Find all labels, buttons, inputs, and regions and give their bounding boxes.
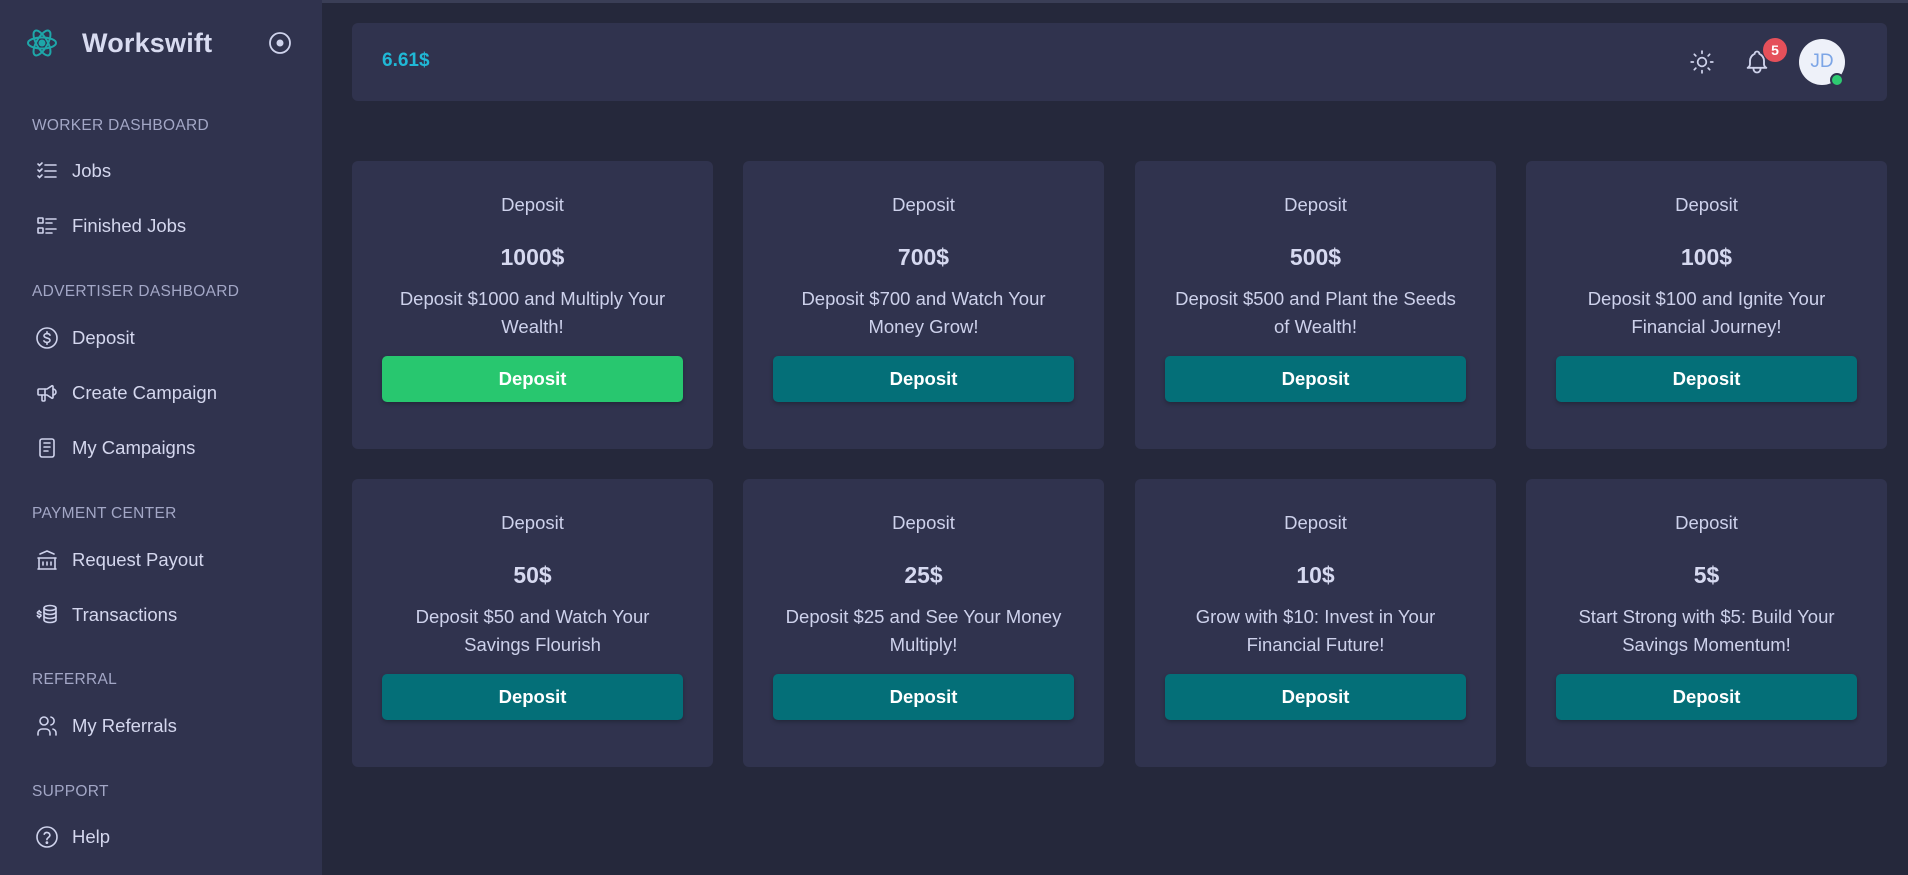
section-title-referral: REFERRAL	[32, 671, 118, 688]
deposit-button[interactable]: Deposit	[1165, 356, 1466, 402]
card-title: Deposit	[1675, 194, 1738, 215]
sidebar-item-request-payout[interactable]: Request Payout	[32, 540, 302, 580]
deposit-button[interactable]: Deposit	[773, 674, 1074, 720]
sidebar-item-finished-jobs[interactable]: Finished Jobs	[32, 206, 302, 246]
card-description: Deposit $1000 and Multiply Your Wealth!	[399, 288, 666, 337]
list-details-icon	[32, 211, 62, 241]
sidebar-item-label: Transactions	[72, 604, 178, 625]
sidebar-item-deposit[interactable]: Deposit	[32, 318, 302, 358]
sidebar-item-help[interactable]: Help	[32, 817, 302, 857]
card-description: Deposit $700 and Watch Your Money Grow!	[801, 288, 1046, 337]
avatar-initials: JD	[1810, 51, 1834, 72]
deposit-card-500: Deposit 500$ Deposit $500 and Plant the …	[1135, 161, 1496, 449]
deposit-card-1000: Deposit 1000$ Deposit $1000 and Multiply…	[352, 161, 713, 449]
deposit-button[interactable]: Deposit	[773, 356, 1074, 402]
section-title-advertiser-dashboard: ADVERTISER DASHBOARD	[32, 283, 240, 300]
card-amount: 1000$	[500, 244, 565, 270]
sidebar-item-jobs[interactable]: Jobs	[32, 151, 302, 191]
sidebar-item-label: Help	[72, 826, 111, 847]
sidebar-item-label: My Referrals	[72, 715, 177, 736]
card-title: Deposit	[501, 512, 564, 533]
sidebar-item-label: Jobs	[72, 160, 112, 181]
deposit-card-100: Deposit 100$ Deposit $100 and Ignite You…	[1526, 161, 1887, 449]
card-amount: 700$	[897, 244, 950, 270]
card-amount: 5$	[1693, 562, 1720, 588]
card-title: Deposit	[1675, 512, 1738, 533]
online-status-dot	[1830, 73, 1844, 87]
deposit-button[interactable]: Deposit	[382, 674, 683, 720]
sidebar-item-transactions[interactable]: Transactions	[32, 595, 302, 635]
card-description: Deposit $25 and See Your Money Multiply!	[785, 606, 1062, 655]
section-title-worker-dashboard: WORKER DASHBOARD	[32, 117, 210, 134]
card-title: Deposit	[892, 512, 955, 533]
sidebar-item-label: Deposit	[72, 327, 135, 348]
sidebar-item-label: Request Payout	[72, 549, 204, 570]
card-title: Deposit	[1284, 194, 1347, 215]
deposit-card-25: Deposit 25$ Deposit $25 and See Your Mon…	[743, 479, 1104, 767]
theme-toggle-button[interactable]	[1687, 47, 1717, 77]
radio-circle-icon	[269, 32, 291, 54]
card-amount: 10$	[1296, 562, 1335, 588]
card-title: Deposit	[892, 194, 955, 215]
card-amount: 100$	[1680, 244, 1733, 270]
deposit-button[interactable]: Deposit	[1556, 674, 1857, 720]
app-root: Workswift WORKER DASHBOARD Jobs Finished…	[0, 0, 1908, 875]
sidebar-item-create-campaign[interactable]: Create Campaign	[32, 373, 302, 413]
deposit-options-grid: Deposit 1000$ Deposit $1000 and Multiply…	[352, 161, 1887, 767]
card-description: Grow with $10: Invest in Your Financial …	[1195, 606, 1436, 655]
deposit-card-700: Deposit 700$ Deposit $700 and Watch Your…	[743, 161, 1104, 449]
sidebar-collapse-button[interactable]	[266, 29, 294, 57]
card-title: Deposit	[1284, 512, 1347, 533]
deposit-button[interactable]: Deposit	[1165, 674, 1466, 720]
card-description: Start Strong with $5: Build Your Savings…	[1578, 606, 1835, 655]
sidebar-item-my-referrals[interactable]: My Referrals	[32, 706, 302, 746]
brand-name: Workswift	[82, 27, 213, 58]
users-icon	[32, 711, 62, 741]
card-description: Deposit $50 and Watch Your Savings Flour…	[415, 606, 650, 655]
bank-icon	[32, 545, 62, 575]
deposit-button[interactable]: Deposit	[382, 356, 683, 402]
deposit-card-50: Deposit 50$ Deposit $50 and Watch Your S…	[352, 479, 713, 767]
speakerphone-icon	[32, 378, 62, 408]
deposit-button[interactable]: Deposit	[1556, 356, 1857, 402]
sidebar-item-label: Create Campaign	[72, 382, 217, 403]
deposit-card-5: Deposit 5$ Start Strong with $5: Build Y…	[1526, 479, 1887, 767]
dollar-coin-icon	[32, 323, 62, 353]
document-icon	[32, 433, 62, 463]
card-amount: 50$	[513, 562, 552, 588]
card-description: Deposit $100 and Ignite Your Financial J…	[1587, 288, 1826, 337]
help-circle-icon	[32, 822, 62, 852]
card-amount: 500$	[1289, 244, 1342, 270]
checklist-icon	[32, 156, 62, 186]
sidebar: Workswift WORKER DASHBOARD Jobs Finished…	[0, 0, 322, 875]
section-title-payment-center: PAYMENT CENTER	[32, 505, 177, 522]
brand[interactable]: Workswift	[26, 24, 212, 62]
deposit-card-10: Deposit 10$ Grow with $10: Invest in You…	[1135, 479, 1496, 767]
card-title: Deposit	[501, 194, 564, 215]
section-title-support: SUPPORT	[32, 783, 109, 800]
card-amount: 25$	[904, 562, 943, 588]
top-header: 6.61$ 5 JD	[352, 23, 1887, 101]
sidebar-item-label: My Campaigns	[72, 437, 196, 458]
coins-icon	[32, 600, 62, 630]
notification-count-badge: 5	[1763, 38, 1787, 62]
card-description: Deposit $500 and Plant the Seeds of Weal…	[1175, 288, 1456, 337]
sidebar-item-label: Finished Jobs	[72, 215, 187, 236]
sun-icon	[1690, 50, 1714, 74]
sidebar-item-my-campaigns[interactable]: My Campaigns	[32, 428, 302, 468]
wallet-balance: 6.61$	[382, 50, 430, 71]
atom-logo-icon	[26, 27, 58, 59]
